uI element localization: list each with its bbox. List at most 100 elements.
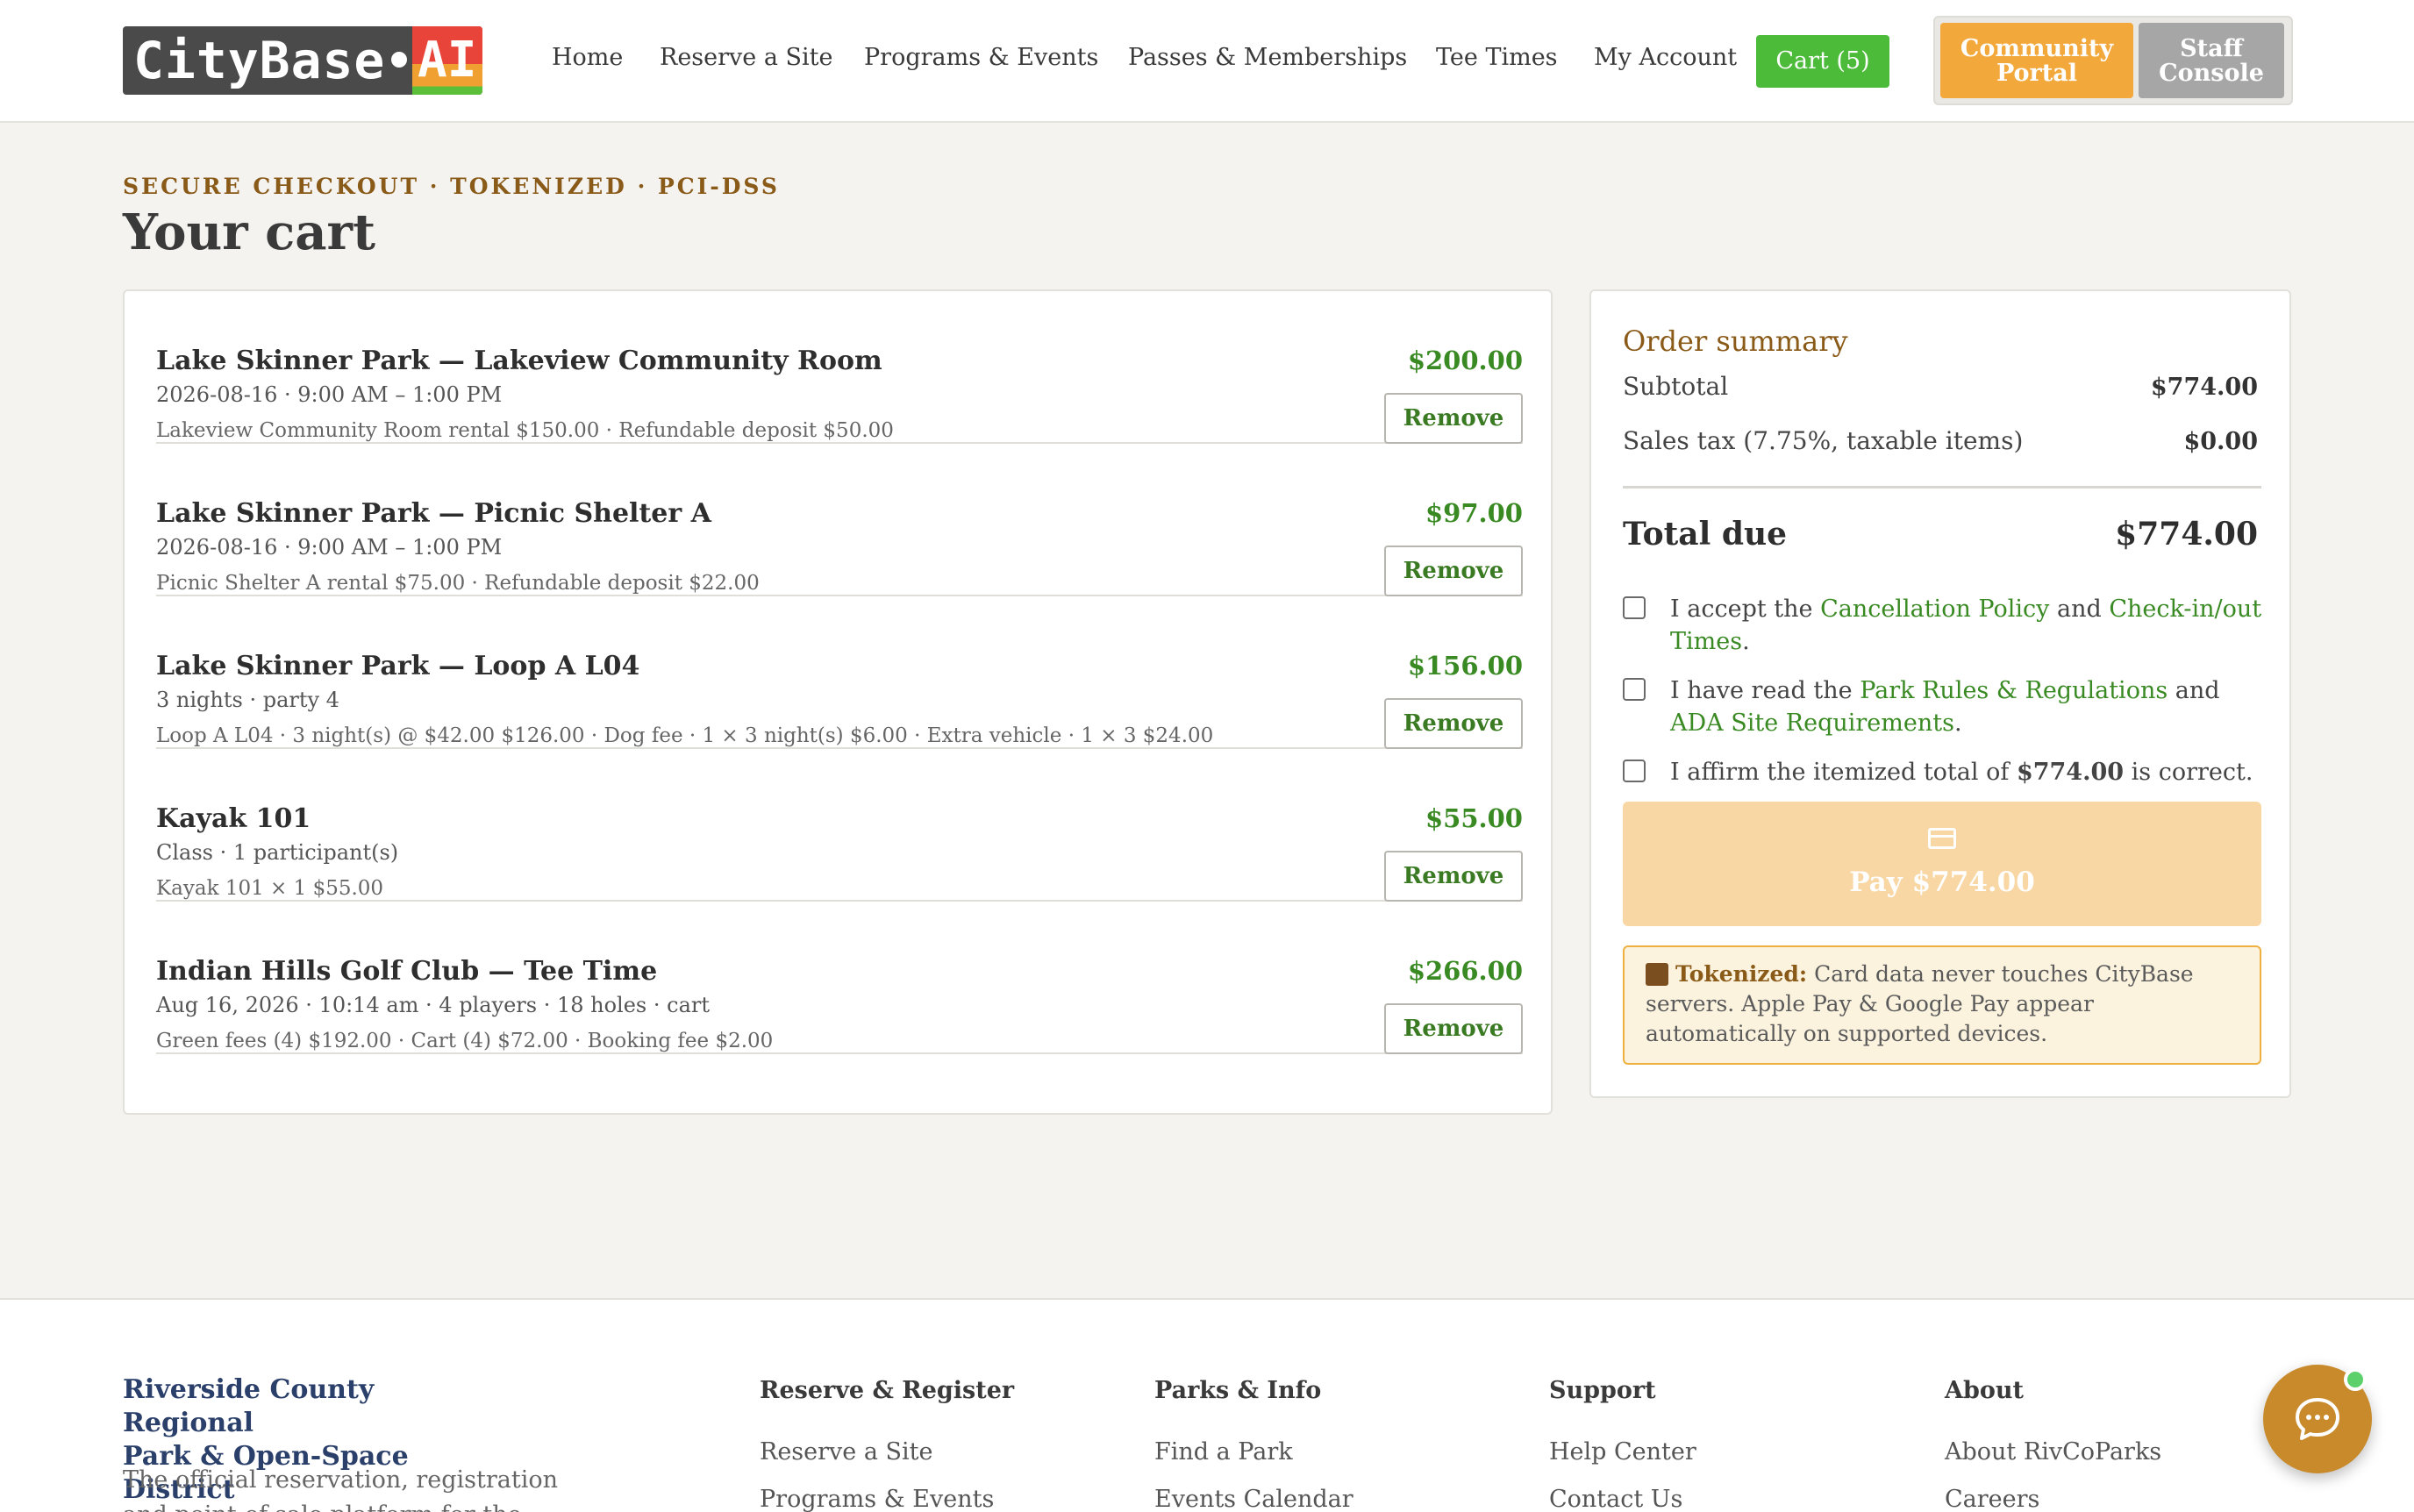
community-portal-button[interactable]: Community Portal	[1940, 23, 2133, 98]
order-summary-panel: Order summary Subtotal $774.00 Sales tax…	[1589, 289, 2291, 1098]
nav-reserve-a-site[interactable]: Reserve a Site	[660, 44, 833, 71]
check-text-suffix: .	[1953, 710, 1962, 737]
item-subtitle: 2026-08-16 · 9:00 AM – 1:00 PM	[156, 382, 503, 407]
item-subtitle: 2026-08-16 · 9:00 AM – 1:00 PM	[156, 535, 503, 560]
footer-link[interactable]: Programs & Events	[760, 1486, 994, 1512]
nav-passes-memberships[interactable]: Passes & Memberships	[1128, 44, 1407, 71]
item-subtitle: Aug 16, 2026 · 10:14 am · 4 players · 18…	[156, 993, 710, 1017]
park-rules-text: I have read the Park Rules & Regulations…	[1670, 674, 2267, 739]
credit-card-icon	[1928, 828, 1956, 849]
community-portal-label: Community Portal	[1960, 35, 2114, 87]
item-detail: Green fees (4) $192.00 · Cart (4) $72.00…	[156, 1030, 774, 1052]
remove-button[interactable]: Remove	[1384, 1003, 1523, 1054]
check-text-mid: and	[2049, 596, 2110, 623]
nav-tee-times[interactable]: Tee Times	[1436, 44, 1558, 71]
footer-col-title: Parks & Info	[1154, 1377, 1322, 1404]
item-title: Lake Skinner Park — Picnic Shelter A	[156, 498, 711, 529]
site-footer: Riverside County Regional Park & Open-Sp…	[0, 1298, 2414, 1512]
item-price: $55.00	[1425, 803, 1523, 833]
item-price: $266.00	[1407, 956, 1523, 986]
citybase-logo[interactable]: CityBase AI	[123, 26, 482, 95]
cart-item: Lake Skinner Park — Picnic Shelter A 202…	[156, 444, 1523, 596]
nav-my-account[interactable]: My Account	[1594, 44, 1737, 71]
chat-bubble-icon	[2296, 1398, 2339, 1440]
check-text-mid: and	[2168, 677, 2220, 704]
cart-button[interactable]: Cart (5)	[1756, 35, 1889, 88]
site-header: CityBase AI Home Reserve a Site Programs…	[0, 0, 2414, 123]
item-detail: Picnic Shelter A rental $75.00 · Refunda…	[156, 572, 760, 595]
subtotal-value: $774.00	[2150, 374, 2258, 401]
ada-requirements-link[interactable]: ADA Site Requirements	[1670, 710, 1954, 737]
tax-label: Sales tax (7.75%, taxable items)	[1623, 426, 2024, 455]
staff-console-label: Staff Console	[2159, 35, 2264, 87]
park-rules-link[interactable]: Park Rules & Regulations	[1860, 677, 2168, 704]
cart-item: Lake Skinner Park — Loop A L04 3 nights …	[156, 596, 1523, 749]
accept-cancellation-checkbox[interactable]	[1623, 596, 1646, 619]
logo-ai-text: AI	[418, 32, 477, 89]
logo-dot	[391, 52, 407, 68]
footer-col-title: Support	[1549, 1377, 1656, 1404]
remove-button[interactable]: Remove	[1384, 851, 1523, 902]
footer-description: The official reservation, registration a…	[123, 1466, 559, 1512]
remove-button[interactable]: Remove	[1384, 698, 1523, 749]
subtotal-label: Subtotal	[1623, 372, 1729, 401]
item-title: Lake Skinner Park — Loop A L04	[156, 651, 640, 681]
page-title: Your cart	[123, 203, 375, 261]
cart-items-panel: Lake Skinner Park — Lakeview Community R…	[123, 289, 1553, 1115]
park-rules-checkbox[interactable]	[1623, 678, 1646, 701]
total-due-label: Total due	[1623, 516, 1788, 553]
footer-col-title: Reserve & Register	[760, 1377, 1015, 1404]
summary-title: Order summary	[1623, 325, 1848, 358]
check-text-suffix: .	[1742, 628, 1750, 655]
footer-org-line1: Riverside County Regional	[123, 1374, 375, 1438]
pay-button-label: Pay $774.00	[1849, 867, 2035, 898]
footer-link[interactable]: Reserve a Site	[760, 1438, 933, 1466]
check-text-prefix: I affirm the itemized total of	[1670, 759, 2017, 786]
tokenized-heading: Tokenized:	[1675, 961, 1808, 987]
portal-switcher: Community Portal Staff Console	[1933, 16, 2293, 105]
item-subtitle: Class · 1 participant(s)	[156, 840, 399, 865]
cancellation-policy-link[interactable]: Cancellation Policy	[1820, 596, 2049, 623]
logo-wordmark: CityBase	[133, 31, 386, 90]
remove-button[interactable]: Remove	[1384, 393, 1523, 444]
nav-programs-events[interactable]: Programs & Events	[864, 44, 1098, 71]
cart-item: Kayak 101 Class · 1 participant(s) Kayak…	[156, 749, 1523, 902]
pay-button[interactable]: Pay $774.00	[1623, 802, 2261, 926]
affirm-total-text: I affirm the itemized total of $774.00 i…	[1670, 756, 2267, 788]
summary-divider	[1623, 486, 2261, 489]
check-text-suffix: is correct.	[2124, 759, 2253, 786]
tokenized-notice: Tokenized: Card data never touches CityB…	[1623, 945, 2261, 1065]
item-subtitle: 3 nights · party 4	[156, 688, 339, 712]
total-due-value: $774.00	[2115, 516, 2258, 553]
item-price: $156.00	[1407, 651, 1523, 681]
tax-value: $0.00	[2183, 428, 2258, 455]
check-text-prefix: I have read the	[1670, 677, 1860, 704]
item-price: $200.00	[1407, 346, 1523, 375]
remove-button[interactable]: Remove	[1384, 546, 1523, 596]
affirm-total-checkbox[interactable]	[1623, 760, 1646, 782]
checkout-eyebrow: SECURE CHECKOUT · TOKENIZED · PCI-DSS	[123, 174, 780, 199]
logo-ai-badge: AI	[412, 26, 482, 95]
item-title: Lake Skinner Park — Lakeview Community R…	[156, 346, 882, 376]
item-detail: Loop A L04 · 3 night(s) @ $42.00 $126.00…	[156, 724, 1214, 747]
affirm-total-amount: $774.00	[2016, 759, 2125, 786]
footer-link[interactable]: Find a Park	[1154, 1438, 1293, 1466]
item-detail: Kayak 101 × 1 $55.00	[156, 877, 384, 900]
footer-link[interactable]: Events Calendar	[1154, 1486, 1353, 1512]
item-title: Indian Hills Golf Club — Tee Time	[156, 956, 658, 987]
footer-link[interactable]: Careers	[1945, 1486, 2039, 1512]
footer-col-title: About	[1945, 1377, 2024, 1404]
footer-link[interactable]: Help Center	[1549, 1438, 1696, 1466]
cart-item: Lake Skinner Park — Lakeview Community R…	[156, 291, 1523, 444]
footer-link[interactable]: Contact Us	[1549, 1486, 1682, 1512]
online-status-dot	[2344, 1368, 2367, 1391]
staff-console-button[interactable]: Staff Console	[2139, 23, 2284, 98]
footer-link[interactable]: About RivCoParks	[1945, 1438, 2161, 1466]
cart-item: Indian Hills Golf Club — Tee Time Aug 16…	[156, 902, 1523, 1054]
accept-cancellation-text: I accept the Cancellation Policy and Che…	[1670, 593, 2267, 658]
tokenized-text: Tokenized: Card data never touches CityB…	[1646, 959, 2251, 1049]
nav-home[interactable]: Home	[552, 44, 623, 71]
item-price: $97.00	[1425, 498, 1523, 528]
item-detail: Lakeview Community Room rental $150.00 ·…	[156, 419, 894, 442]
check-text-prefix: I accept the	[1670, 596, 1821, 623]
